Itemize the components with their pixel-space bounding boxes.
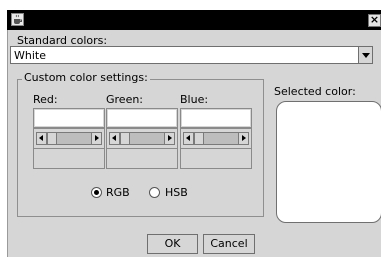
- red-value-field[interactable]: [33, 108, 105, 128]
- ok-button[interactable]: OK: [147, 234, 198, 254]
- green-slider[interactable]: [106, 128, 178, 149]
- green-decrease-arrow-icon[interactable]: [109, 132, 120, 145]
- hsb-radio[interactable]: [149, 187, 160, 198]
- red-slider-thumb[interactable]: [47, 132, 57, 145]
- rgb-radio-label[interactable]: RGB: [106, 186, 130, 199]
- rgb-radio[interactable]: [91, 187, 102, 198]
- selected-color-swatch: [276, 101, 381, 223]
- red-slider[interactable]: [33, 128, 105, 149]
- red-decrease-arrow-icon[interactable]: [36, 132, 47, 145]
- standard-colors-value: White: [14, 49, 46, 62]
- close-icon[interactable]: ×: [368, 14, 381, 27]
- green-slider-thumb[interactable]: [120, 132, 130, 145]
- red-label: Red:: [33, 93, 58, 106]
- cancel-button[interactable]: Cancel: [203, 234, 255, 254]
- selected-color-label: Selected color:: [274, 85, 356, 98]
- red-increase-arrow-icon[interactable]: [91, 132, 102, 145]
- chevron-down-icon[interactable]: [358, 47, 372, 63]
- blue-preview: [180, 149, 252, 169]
- blue-label: Blue:: [180, 93, 209, 106]
- title-bar[interactable]: ×: [7, 10, 381, 30]
- hsb-radio-label[interactable]: HSB: [165, 186, 188, 199]
- blue-slider-thumb[interactable]: [194, 132, 204, 145]
- custom-color-group-title: Custom color settings:: [22, 71, 150, 84]
- coffee-cup-icon: [11, 13, 24, 26]
- blue-slider[interactable]: [180, 128, 252, 149]
- standard-colors-select[interactable]: White: [10, 46, 373, 64]
- blue-increase-arrow-icon[interactable]: [238, 132, 249, 145]
- blue-decrease-arrow-icon[interactable]: [183, 132, 194, 145]
- blue-value-field[interactable]: [180, 108, 252, 128]
- green-value-field[interactable]: [106, 108, 178, 128]
- green-increase-arrow-icon[interactable]: [164, 132, 175, 145]
- red-preview: [33, 149, 105, 169]
- green-preview: [106, 149, 178, 169]
- green-label: Green:: [106, 93, 144, 106]
